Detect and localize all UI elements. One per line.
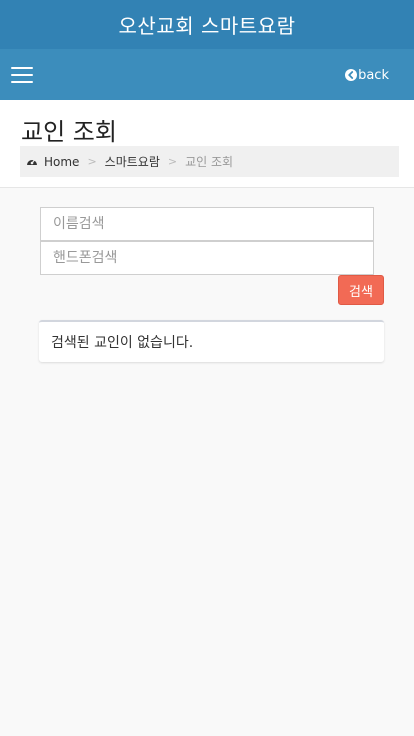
- arrow-circle-left-icon: [345, 69, 358, 81]
- breadcrumb: Home > 스마트요람 > 교인 조회: [20, 146, 399, 177]
- name-search-input[interactable]: [40, 207, 374, 241]
- dashboard-icon: [26, 156, 38, 168]
- breadcrumb-home-link[interactable]: Home: [44, 155, 79, 169]
- page-title: 교인 조회: [21, 118, 117, 146]
- hamburger-menu-icon[interactable]: [11, 67, 33, 83]
- breadcrumb-section-link[interactable]: 스마트요람: [105, 153, 160, 170]
- back-label: back: [358, 67, 389, 83]
- app-title-bar: 오산교회 스마트요람: [0, 0, 414, 49]
- breadcrumb-separator: >: [167, 155, 178, 168]
- empty-result-message: 검색된 교인이 없습니다.: [51, 335, 194, 351]
- breadcrumb-current: 교인 조회: [185, 155, 234, 169]
- back-button[interactable]: back: [345, 66, 389, 84]
- phone-search-input[interactable]: [40, 241, 374, 275]
- search-button[interactable]: 검색: [338, 275, 384, 305]
- breadcrumb-separator: >: [87, 155, 97, 168]
- app-title: 오산교회 스마트요람: [118, 14, 296, 38]
- search-result-box: 검색된 교인이 없습니다.: [39, 320, 384, 362]
- navbar: back: [0, 49, 414, 100]
- content-header: 교인 조회 Home > 스마트요람 > 교인 조회: [0, 100, 414, 188]
